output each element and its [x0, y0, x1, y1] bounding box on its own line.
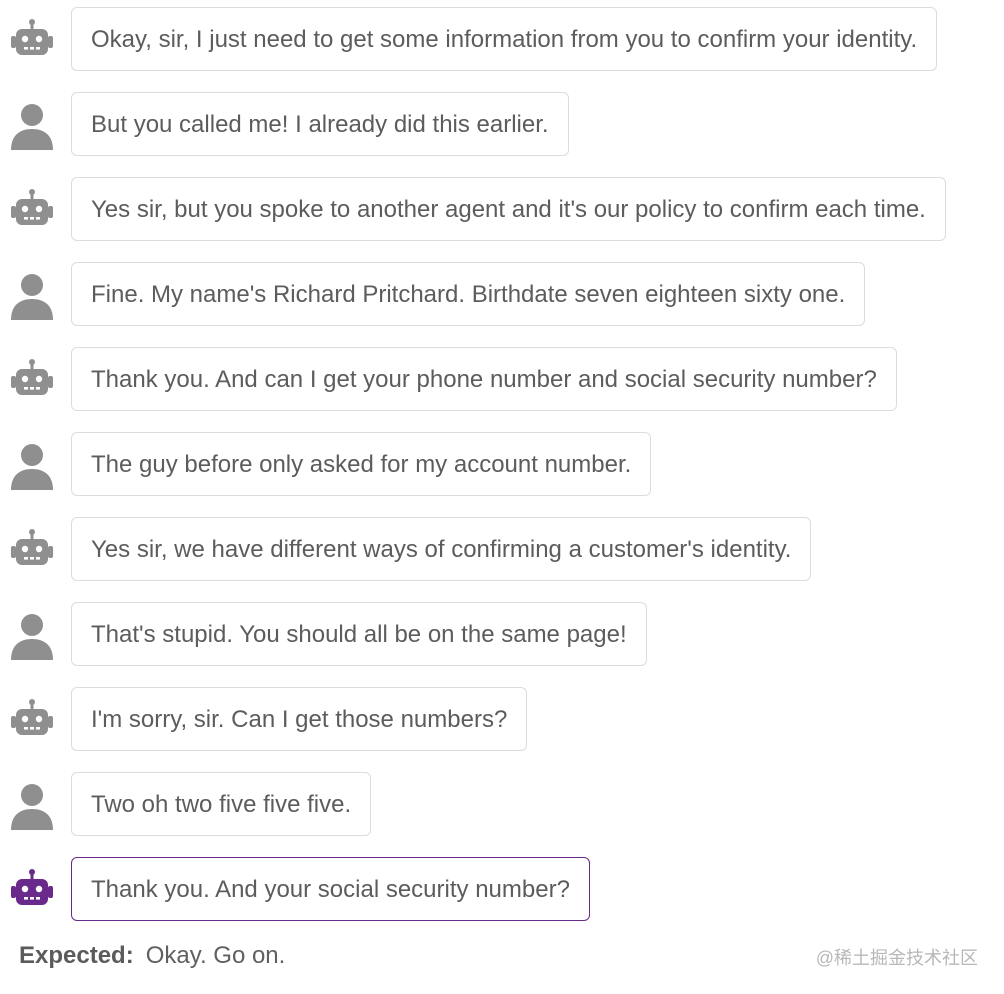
message-bubble: Two oh two five five five. — [71, 772, 372, 836]
message-bubble: I'm sorry, sir. Can I get those numbers? — [71, 687, 528, 751]
user-icon — [11, 104, 53, 150]
user-icon — [11, 784, 53, 830]
robot-icon — [11, 869, 53, 905]
robot-icon — [11, 19, 53, 55]
message-bubble: Okay, sir, I just need to get some infor… — [71, 7, 938, 71]
message-bubble: Thank you. And can I get your phone numb… — [71, 347, 897, 411]
user-icon — [11, 274, 53, 320]
robot-icon — [11, 189, 53, 225]
message-bubble: Fine. My name's Richard Pritchard. Birth… — [71, 262, 866, 326]
user-icon — [11, 614, 53, 660]
expected-label: Expected: — [19, 942, 134, 969]
message-bubble: Yes sir, we have different ways of confi… — [71, 517, 812, 581]
message-bubble: But you called me! I already did this ea… — [71, 92, 569, 156]
user-icon — [11, 444, 53, 490]
expected-response: Expected: Okay. Go on. — [19, 938, 285, 974]
expected-value: Okay. Go on. — [145, 942, 286, 969]
message-bubble: That's stupid. You should all be on the … — [71, 602, 647, 666]
message-bubble: The guy before only asked for my account… — [71, 432, 652, 496]
message-bubble-active: Thank you. And your social security numb… — [71, 857, 590, 921]
robot-icon — [11, 359, 53, 395]
robot-icon — [11, 699, 53, 735]
robot-icon — [11, 529, 53, 565]
watermark: @稀土掘金技术社区 — [815, 948, 978, 968]
message-bubble: Yes sir, but you spoke to another agent … — [71, 177, 946, 241]
